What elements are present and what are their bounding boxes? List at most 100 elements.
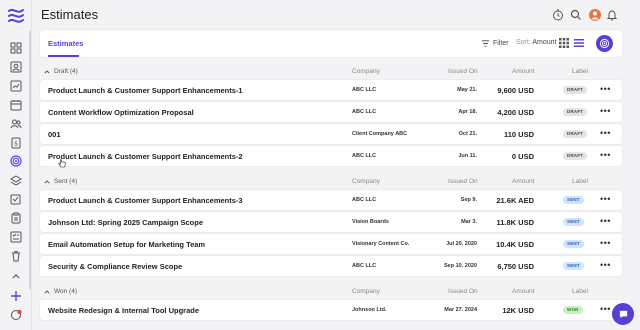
contacts-icon[interactable] — [10, 61, 22, 73]
company: ABC LLC — [352, 87, 377, 93]
status-badge: WON — [563, 306, 583, 314]
col-label: Label — [572, 68, 588, 75]
search-icon[interactable] — [570, 9, 582, 21]
issued-date: Jun 11. — [458, 153, 477, 159]
tab-active-indicator — [48, 55, 79, 57]
tasks-icon[interactable] — [10, 193, 22, 205]
chevron-up-icon — [44, 69, 50, 73]
issued-date: Jul 20. 2020 — [446, 241, 477, 247]
col-issued-on: Issued On — [448, 178, 478, 185]
table-row[interactable]: Johnson Ltd: Spring 2025 Campaign Scope … — [40, 212, 622, 232]
table-row[interactable]: Product Launch & Customer Support Enhanc… — [40, 146, 622, 166]
issued-date: Oct 21. — [458, 131, 477, 137]
estimate-title[interactable]: Product Launch & Customer Support Enhanc… — [48, 86, 243, 95]
issued-date: Mar 3. — [461, 219, 477, 225]
col-issued-on: Issued On — [448, 288, 478, 295]
chat-icon — [619, 310, 627, 318]
estimate-title[interactable]: 001 — [48, 130, 61, 139]
company: ABC LLC — [352, 197, 377, 203]
table-row[interactable]: Security & Compliance Review Scope ABC L… — [40, 256, 622, 276]
trash-icon[interactable] — [10, 250, 22, 262]
estimate-title[interactable]: Email Automation Setup for Marketing Tea… — [48, 240, 205, 249]
status-badge: SENT — [563, 218, 584, 226]
chevron-up-icon — [44, 289, 50, 293]
layers-icon[interactable] — [10, 175, 22, 187]
estimates-icon[interactable] — [10, 155, 22, 167]
amount: 11.8K USD — [496, 218, 534, 227]
tab-estimates[interactable]: Estimates — [48, 39, 83, 48]
calendar-icon[interactable] — [10, 99, 22, 111]
issued-date: Sep 9. — [460, 197, 477, 203]
notification-icon[interactable] — [10, 309, 22, 321]
sort-control[interactable]: Sort: Amount — [516, 39, 556, 46]
estimate-title[interactable]: Content Workflow Optimization Proposal — [48, 108, 194, 117]
estimate-title[interactable]: Product Launch & Customer Support Enhanc… — [48, 196, 243, 205]
amount: 12K USD — [502, 306, 534, 315]
company: ABC LLC — [352, 263, 377, 269]
hand-cursor-icon — [58, 159, 66, 168]
status-badge: DRAFT — [563, 86, 588, 94]
more-options-icon[interactable]: ••• — [600, 305, 611, 314]
people-icon[interactable] — [10, 118, 22, 130]
status-badge: DRAFT — [563, 152, 588, 160]
reports-icon[interactable] — [10, 80, 22, 92]
checklist-icon[interactable] — [10, 231, 22, 243]
estimate-title[interactable]: Website Redesign & Internal Tool Upgrade — [48, 306, 199, 315]
group-header-draft[interactable]: Draft (4) Company Issued On Amount Label — [40, 65, 622, 79]
issued-date: Mar 27. 2024 — [444, 307, 477, 313]
col-amount: Amount — [512, 178, 535, 185]
sidebar-scrollbar[interactable] — [29, 30, 31, 290]
app-logo-icon[interactable] — [7, 6, 25, 24]
company: Johnson Ltd. — [352, 307, 387, 313]
timer-icon[interactable] — [552, 9, 564, 21]
estimate-title[interactable]: Product Launch & Customer Support Enhanc… — [48, 152, 243, 161]
amount: 10.4K USD — [496, 240, 534, 249]
chevron-up-icon[interactable] — [10, 270, 22, 282]
invoice-icon[interactable]: $ — [10, 137, 22, 149]
col-label: Label — [572, 178, 588, 185]
group-header-won[interactable]: Won (4) Company Issued On Amount Label — [40, 285, 622, 299]
page-title: Estimates — [41, 7, 99, 22]
filter-button[interactable]: Filter — [481, 39, 509, 48]
table-row[interactable]: Product Launch & Customer Support Enhanc… — [40, 190, 622, 210]
table-row[interactable]: Product Launch & Customer Support Enhanc… — [40, 80, 622, 100]
estimate-title[interactable]: Johnson Ltd: Spring 2025 Campaign Scope — [48, 218, 203, 227]
more-options-icon[interactable]: ••• — [600, 195, 611, 204]
status-badge: DRAFT — [563, 130, 588, 138]
company: Vision Boards — [352, 219, 389, 225]
more-options-icon[interactable]: ••• — [600, 107, 611, 116]
more-options-icon[interactable]: ••• — [600, 129, 611, 138]
status-badge: DRAFT — [563, 108, 588, 116]
more-options-icon[interactable]: ••• — [600, 217, 611, 226]
new-estimate-button[interactable] — [596, 35, 613, 52]
avatar[interactable] — [589, 9, 601, 21]
status-badge: SENT — [563, 196, 584, 204]
company: Visionary Content Co. — [352, 241, 410, 247]
issued-date: May 21. — [457, 87, 477, 93]
toolbar: Estimates Filter Sort: Amount — [40, 30, 622, 57]
table-row[interactable]: Content Workflow Optimization Proposal A… — [40, 102, 622, 122]
plus-icon[interactable] — [10, 290, 22, 302]
dashboard-icon[interactable] — [10, 42, 22, 54]
col-amount: Amount — [512, 68, 535, 75]
bell-icon[interactable] — [606, 9, 618, 21]
more-options-icon[interactable]: ••• — [600, 239, 611, 248]
amount: 21.6K AED — [496, 196, 534, 205]
grid-view-icon[interactable] — [559, 38, 569, 48]
amount: 9,600 USD — [497, 86, 534, 95]
amount: 4,200 USD — [497, 108, 534, 117]
more-options-icon[interactable]: ••• — [600, 261, 611, 270]
chat-button[interactable] — [612, 303, 634, 325]
list-view-icon[interactable] — [574, 38, 584, 48]
table-row[interactable]: 001 Client Company ABC Oct 21. 110 USD D… — [40, 124, 622, 144]
col-company: Company — [352, 178, 380, 185]
clipboard-icon[interactable] — [10, 212, 22, 224]
table-row[interactable]: Email Automation Setup for Marketing Tea… — [40, 234, 622, 254]
table-row[interactable]: Website Redesign & Internal Tool Upgrade… — [40, 300, 622, 320]
more-options-icon[interactable]: ••• — [600, 85, 611, 94]
col-label: Label — [572, 288, 588, 295]
more-options-icon[interactable]: ••• — [600, 151, 611, 160]
estimate-title[interactable]: Security & Compliance Review Scope — [48, 262, 182, 271]
group-header-sent[interactable]: Sent (4) Company Issued On Amount Label — [40, 175, 622, 189]
sidebar: $ — [0, 0, 32, 330]
